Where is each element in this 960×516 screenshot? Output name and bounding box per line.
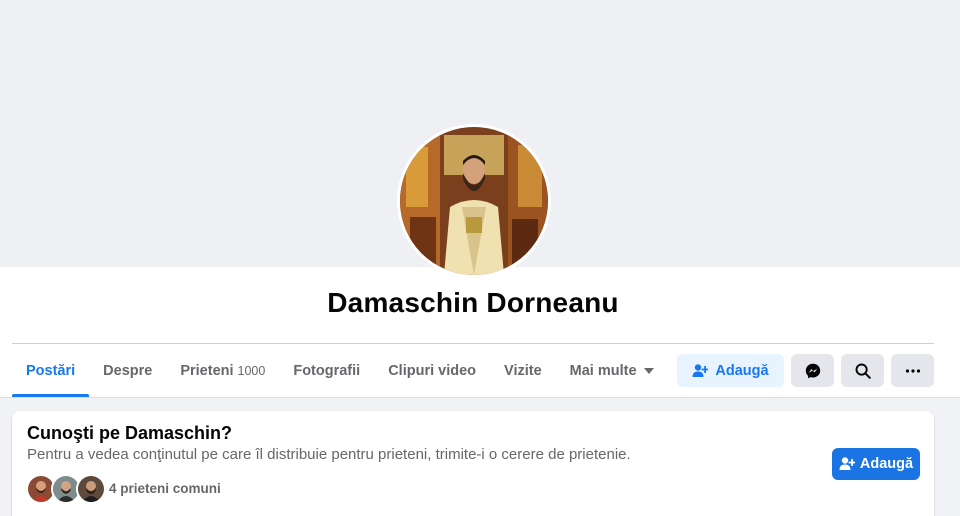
card-add-friend-label: Adaugă — [859, 456, 914, 472]
add-friend-button[interactable]: Adaugă — [677, 354, 784, 387]
more-icon — [905, 368, 920, 373]
tab-label: Vizite — [504, 362, 542, 379]
add-friend-icon — [839, 457, 855, 470]
tab-videos[interactable]: Clipuri video — [374, 344, 490, 397]
tab-more[interactable]: Mai multe — [556, 344, 668, 397]
header-divider — [0, 397, 960, 398]
card-subtitle: Pentru a vedea conţinutul pe care îl dis… — [27, 446, 631, 463]
search-icon — [855, 363, 871, 379]
profile-avatar[interactable] — [400, 127, 548, 275]
tab-label: Fotografii — [293, 362, 361, 379]
add-friend-label: Adaugă — [715, 362, 769, 379]
tab-about[interactable]: Despre — [89, 344, 166, 397]
mutual-friends-count[interactable]: 4 prieteni comuni — [109, 481, 221, 496]
add-friend-icon — [692, 363, 709, 377]
tab-label: Mai multe — [569, 362, 637, 379]
tab-check-ins[interactable]: Vizite — [490, 344, 556, 397]
tab-friends[interactable]: Prieteni 1000 — [166, 344, 279, 397]
more-options-button[interactable] — [891, 354, 934, 387]
tab-label: Despre — [103, 362, 153, 379]
search-button[interactable] — [841, 354, 884, 387]
friend-suggestion-card: Cunoşti pe Damaschin? Pentru a vedea con… — [12, 411, 934, 516]
tab-label: Prieteni — [180, 362, 234, 379]
friends-count: 1000 — [237, 363, 266, 378]
tab-photos[interactable]: Fotografii — [279, 344, 374, 397]
profile-tabs: Postări Despre Prieteni 1000 Fotografii … — [12, 344, 668, 397]
card-add-friend-button[interactable]: Adaugă — [832, 448, 920, 480]
messenger-icon — [805, 363, 820, 378]
tab-label: Postări — [26, 362, 76, 379]
tab-posts[interactable]: Postări — [12, 344, 90, 397]
tab-label: Clipuri video — [388, 362, 477, 379]
profile-photo — [400, 127, 548, 275]
avatar — [78, 476, 104, 502]
card-title: Cunoşti pe Damaschin? — [27, 423, 233, 443]
mutual-friend-avatar[interactable] — [76, 474, 106, 504]
caret-down-icon — [643, 367, 654, 374]
message-button[interactable] — [791, 354, 834, 387]
mutual-friends-avatars[interactable] — [26, 474, 108, 504]
profile-name: Damaschin Dorneanu — [327, 287, 619, 318]
